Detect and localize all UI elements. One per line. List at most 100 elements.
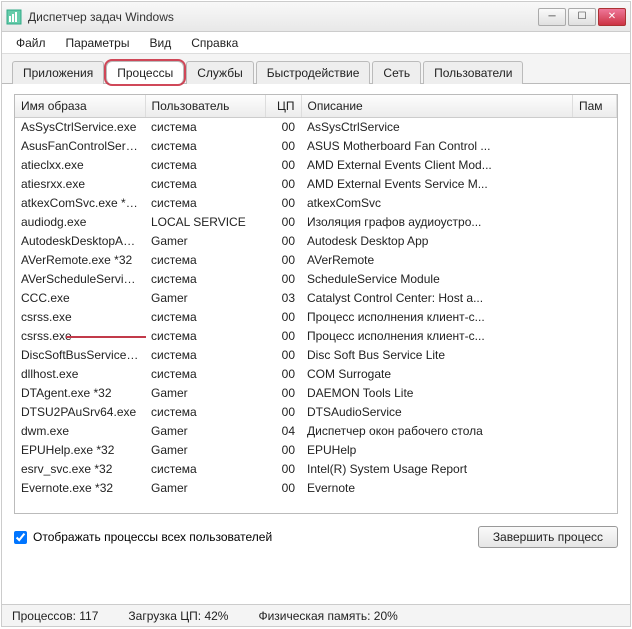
cell-user: система [145,270,265,289]
table-row[interactable]: DiscSoftBusServiceLit...система00Disc So… [15,346,617,365]
cell-desc: Процесс исполнения клиент-с... [301,327,573,346]
cell-name: dllhost.exe [15,365,145,384]
cell-cpu: 00 [265,213,301,232]
status-memory: Физическая память: 20% [258,609,397,623]
close-button[interactable]: ✕ [598,8,626,26]
cell-desc: Evernote [301,479,573,498]
tab-processes[interactable]: Процессы [106,61,184,84]
cell-name: CCC.exe [15,289,145,308]
cell-mem [573,270,617,289]
cell-user: Gamer [145,422,265,441]
cell-mem [573,422,617,441]
cell-desc: AsSysCtrlService [301,118,573,137]
bottom-bar: Отображать процессы всех пользователей З… [2,520,630,552]
table-row[interactable]: EPUHelp.exe *32Gamer00EPUHelp [15,441,617,460]
process-list[interactable]: Имя образа Пользователь ЦП Описание Пам … [14,94,618,514]
cell-name: Evernote.exe *32 [15,479,145,498]
cell-user: система [145,251,265,270]
cell-desc: Диспетчер окон рабочего стола [301,422,573,441]
menu-options[interactable]: Параметры [58,34,138,52]
table-row[interactable]: esrv_svc.exe *32система00Intel(R) System… [15,460,617,479]
maximize-button[interactable]: ☐ [568,8,596,26]
table-row[interactable]: AVerScheduleService....система00Schedule… [15,270,617,289]
cell-desc: Изоляция графов аудиоустро... [301,213,573,232]
cell-cpu: 00 [265,346,301,365]
cell-cpu: 00 [265,365,301,384]
cell-mem [573,175,617,194]
tab-users[interactable]: Пользователи [423,61,523,84]
cell-mem [573,327,617,346]
table-row[interactable]: AsSysCtrlService.exeсистема00AsSysCtrlSe… [15,118,617,137]
tab-network[interactable]: Сеть [372,61,421,84]
cell-mem [573,251,617,270]
cell-cpu: 00 [265,308,301,327]
cell-name: csrss.exe [15,308,145,327]
cell-desc: AMD External Events Service M... [301,175,573,194]
cell-name: audiodg.exe [15,213,145,232]
cell-mem [573,118,617,137]
tab-strip: Приложения Процессы Службы Быстродействи… [2,54,630,84]
table-row[interactable]: Evernote.exe *32Gamer00Evernote [15,479,617,498]
menu-file[interactable]: Файл [8,34,54,52]
cell-user: система [145,156,265,175]
tab-services[interactable]: Службы [186,61,253,84]
table-row[interactable]: dllhost.exeсистема00COM Surrogate [15,365,617,384]
window-title: Диспетчер задач Windows [28,10,538,24]
cell-cpu: 04 [265,422,301,441]
show-all-users-checkbox[interactable]: Отображать процессы всех пользователей [14,530,478,544]
cell-name: atkexComSvc.exe *32 [15,194,145,213]
table-row[interactable]: CCC.exeGamer03Catalyst Control Center: H… [15,289,617,308]
cell-user: система [145,194,265,213]
menu-help[interactable]: Справка [183,34,246,52]
cell-desc: EPUHelp [301,441,573,460]
cell-cpu: 00 [265,251,301,270]
status-bar: Процессов: 117 Загрузка ЦП: 42% Физическ… [2,604,630,626]
cell-cpu: 00 [265,384,301,403]
menu-view[interactable]: Вид [141,34,179,52]
cell-user: система [145,137,265,156]
table-row[interactable]: atkexComSvc.exe *32система00atkexComSvc [15,194,617,213]
cell-desc: Disc Soft Bus Service Lite [301,346,573,365]
col-header-user[interactable]: Пользователь [145,95,265,118]
cell-desc: AVerRemote [301,251,573,270]
tab-performance[interactable]: Быстродействие [256,61,371,84]
end-process-button[interactable]: Завершить процесс [478,526,618,548]
cell-name: AVerScheduleService.... [15,270,145,289]
cell-desc: AMD External Events Client Mod... [301,156,573,175]
table-row[interactable]: DTSU2PAuSrv64.exeсистема00DTSAudioServic… [15,403,617,422]
table-row[interactable]: atieclxx.exeсистема00AMD External Events… [15,156,617,175]
cell-desc: atkexComSvc [301,194,573,213]
cell-mem [573,365,617,384]
cell-user: система [145,346,265,365]
table-row[interactable]: atiesrxx.exeсистема00AMD External Events… [15,175,617,194]
table-row[interactable]: DTAgent.exe *32Gamer00DAEMON Tools Lite [15,384,617,403]
col-header-desc[interactable]: Описание [301,95,573,118]
col-header-mem[interactable]: Пам [573,95,617,118]
cell-user: LOCAL SERVICE [145,213,265,232]
cell-mem [573,460,617,479]
table-row[interactable]: AVerRemote.exe *32система00AVerRemote [15,251,617,270]
col-header-cpu[interactable]: ЦП [265,95,301,118]
cell-desc: DTSAudioService [301,403,573,422]
cell-name: csrss.exe [15,327,145,346]
cell-desc: DAEMON Tools Lite [301,384,573,403]
cell-cpu: 00 [265,156,301,175]
table-row[interactable]: csrss.exeсистема00Процесс исполнения кли… [15,308,617,327]
cell-name: DiscSoftBusServiceLit... [15,346,145,365]
cell-user: Gamer [145,232,265,251]
table-row[interactable]: AutodeskDesktopApp....Gamer00Autodesk De… [15,232,617,251]
table-row[interactable]: csrss.exeсистема00Процесс исполнения кли… [15,327,617,346]
table-row[interactable]: dwm.exeGamer04Диспетчер окон рабочего ст… [15,422,617,441]
col-header-name[interactable]: Имя образа [15,95,145,118]
cell-name: esrv_svc.exe *32 [15,460,145,479]
cell-user: система [145,175,265,194]
cell-desc: Autodesk Desktop App [301,232,573,251]
table-row[interactable]: AsusFanControlServic...система00ASUS Mot… [15,137,617,156]
content-area: Имя образа Пользователь ЦП Описание Пам … [2,84,630,520]
tab-applications[interactable]: Приложения [12,61,104,84]
cell-user: Gamer [145,441,265,460]
show-all-users-input[interactable] [14,531,27,544]
table-row[interactable]: audiodg.exeLOCAL SERVICE00Изоляция графо… [15,213,617,232]
minimize-button[interactable]: ─ [538,8,566,26]
cell-mem [573,441,617,460]
